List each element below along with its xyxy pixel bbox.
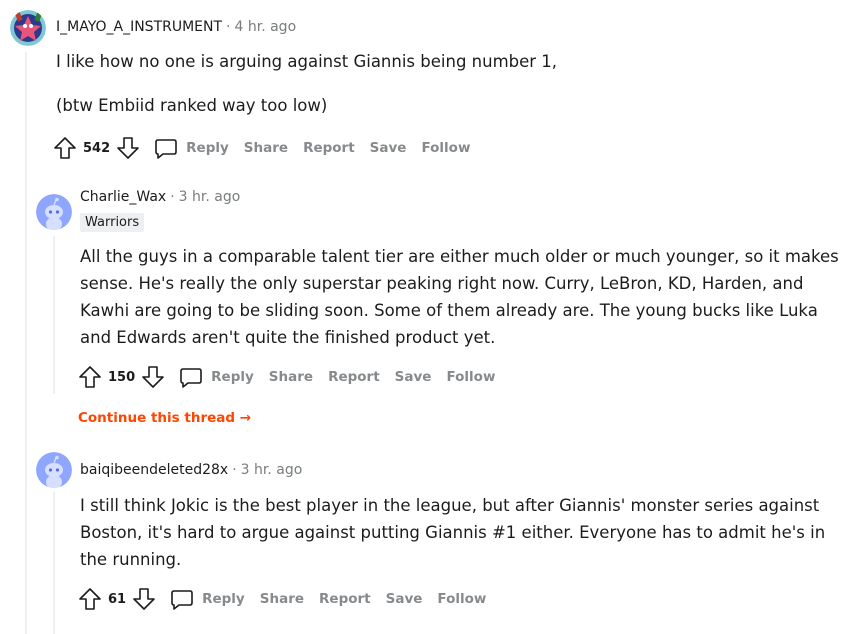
comment-meta: I_MAYO_A_INSTRUMENT · 4 hr. ago (56, 19, 296, 35)
reply-label: Reply (211, 369, 254, 385)
share-button[interactable]: Share (244, 140, 288, 156)
reply-button[interactable]: Reply (179, 365, 254, 389)
save-button[interactable]: Save (386, 591, 423, 607)
comment-body: I like how no one is arguing against Gia… (56, 48, 836, 119)
vote-score: 150 (108, 369, 136, 385)
comment-actions: 61 Reply Share Report Save Follow (78, 586, 486, 612)
comment-bubble-icon (171, 590, 193, 610)
reply-button[interactable]: Reply (154, 136, 229, 160)
avatar[interactable] (36, 194, 72, 230)
comment-meta: baiqibeendeleted28x · 3 hr. ago (80, 462, 302, 478)
comment-paragraph: I still think Jokic is the best player i… (80, 496, 826, 569)
comment-body: All the guys in a comparable talent tier… (80, 243, 840, 351)
username[interactable]: I_MAYO_A_INSTRUMENT (56, 19, 222, 35)
comment-paragraph: All the guys in a comparable talent tier… (80, 247, 839, 347)
avatar[interactable] (10, 10, 46, 46)
comment-paragraph: I like how no one is arguing against Gia… (56, 52, 558, 71)
meta-separator: · (226, 19, 231, 35)
comment-actions: 150 Reply Share Report Save Follow (78, 364, 495, 390)
comment-bubble-icon (155, 139, 177, 159)
timestamp[interactable]: 3 hr. ago (179, 189, 241, 205)
avatar[interactable] (36, 452, 72, 488)
report-button[interactable]: Report (328, 369, 380, 385)
vote-score: 61 (108, 591, 127, 607)
patrick-star-avatar-icon (10, 10, 46, 46)
timestamp[interactable]: 3 hr. ago (241, 462, 303, 478)
report-button[interactable]: Report (303, 140, 355, 156)
comment-thread: I_MAYO_A_INSTRUMENT · 4 hr. ago I like h… (0, 0, 856, 634)
downvote-icon[interactable] (116, 136, 140, 160)
snoo-avatar-icon (36, 452, 72, 488)
vote-score: 542 (83, 140, 111, 156)
follow-button[interactable]: Follow (446, 369, 495, 385)
comment-paragraph: (btw Embiid ranked way too low) (56, 96, 328, 115)
thread-line-child-1[interactable] (53, 236, 55, 394)
follow-button[interactable]: Follow (437, 591, 486, 607)
comment-bubble-icon (180, 368, 202, 388)
user-flair: Warriors (80, 213, 145, 232)
reply-button[interactable]: Reply (170, 587, 245, 611)
comment-actions: 542 Reply Share Report Save Follow (53, 135, 470, 161)
downvote-icon[interactable] (132, 587, 156, 611)
comment-meta: Charlie_Wax · 3 hr. ago (80, 189, 240, 205)
share-button[interactable]: Share (260, 591, 304, 607)
username[interactable]: Charlie_Wax (80, 189, 166, 205)
save-button[interactable]: Save (395, 369, 432, 385)
snoo-avatar-icon (36, 194, 72, 230)
meta-separator: · (170, 189, 175, 205)
upvote-icon[interactable] (53, 136, 77, 160)
downvote-icon[interactable] (141, 365, 165, 389)
username[interactable]: baiqibeendeleted28x (80, 462, 228, 478)
report-button[interactable]: Report (319, 591, 371, 607)
upvote-icon[interactable] (78, 365, 102, 389)
save-button[interactable]: Save (370, 140, 407, 156)
reply-label: Reply (186, 140, 229, 156)
share-button[interactable]: Share (269, 369, 313, 385)
meta-separator: · (232, 462, 237, 478)
comment-body: I still think Jokic is the best player i… (80, 492, 840, 573)
thread-line-root[interactable] (25, 52, 27, 634)
timestamp[interactable]: 4 hr. ago (235, 19, 297, 35)
continue-thread-link[interactable]: Continue this thread → (78, 410, 251, 426)
reply-label: Reply (202, 591, 245, 607)
upvote-icon[interactable] (78, 587, 102, 611)
thread-line-child-2[interactable] (53, 492, 55, 634)
follow-button[interactable]: Follow (421, 140, 470, 156)
